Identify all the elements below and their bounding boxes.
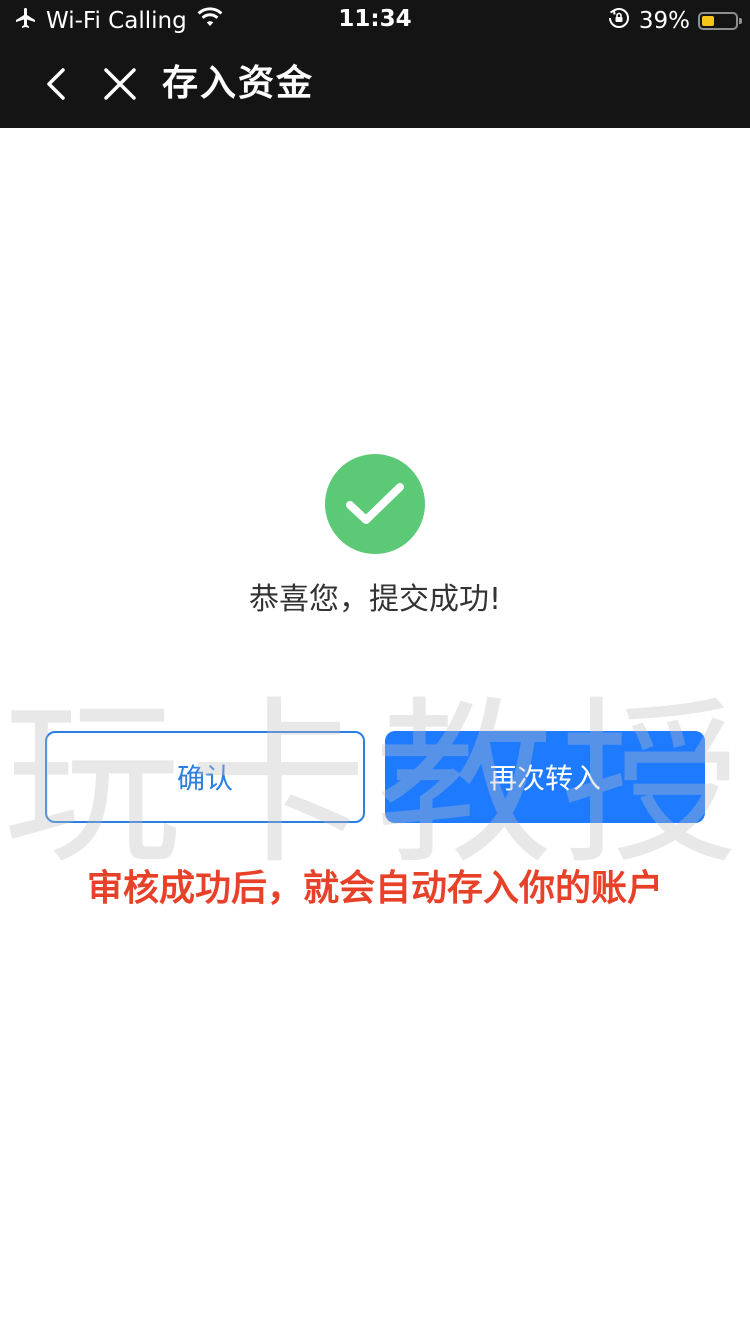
- battery-icon: [698, 12, 742, 30]
- confirm-button-label: 确认: [176, 762, 233, 795]
- transfer-again-button[interactable]: 再次转入: [385, 731, 705, 823]
- screen: Wi-Fi Calling 11:34 39% 存入资金 恭喜您，提交成功! 确…: [0, 0, 750, 1334]
- battery-tip: [739, 18, 742, 24]
- status-bar: Wi-Fi Calling 11:34 39%: [0, 0, 750, 40]
- close-icon[interactable]: [98, 62, 142, 106]
- nav-bar: 存入资金: [0, 40, 750, 128]
- battery-level: [702, 16, 714, 26]
- check-circle-icon: [325, 454, 425, 554]
- success-message: 恭喜您，提交成功!: [248, 582, 502, 617]
- notice-text: 审核成功后，就会自动存入你的账户: [86, 868, 663, 909]
- rotation-lock-icon: [607, 6, 631, 36]
- transfer-again-button-label: 再次转入: [488, 762, 601, 795]
- page-title: 存入资金: [162, 63, 315, 104]
- battery-percent: 39%: [638, 8, 690, 34]
- status-right: 39%: [607, 6, 742, 36]
- confirm-button[interactable]: 确认: [45, 731, 365, 823]
- back-icon[interactable]: [34, 62, 78, 106]
